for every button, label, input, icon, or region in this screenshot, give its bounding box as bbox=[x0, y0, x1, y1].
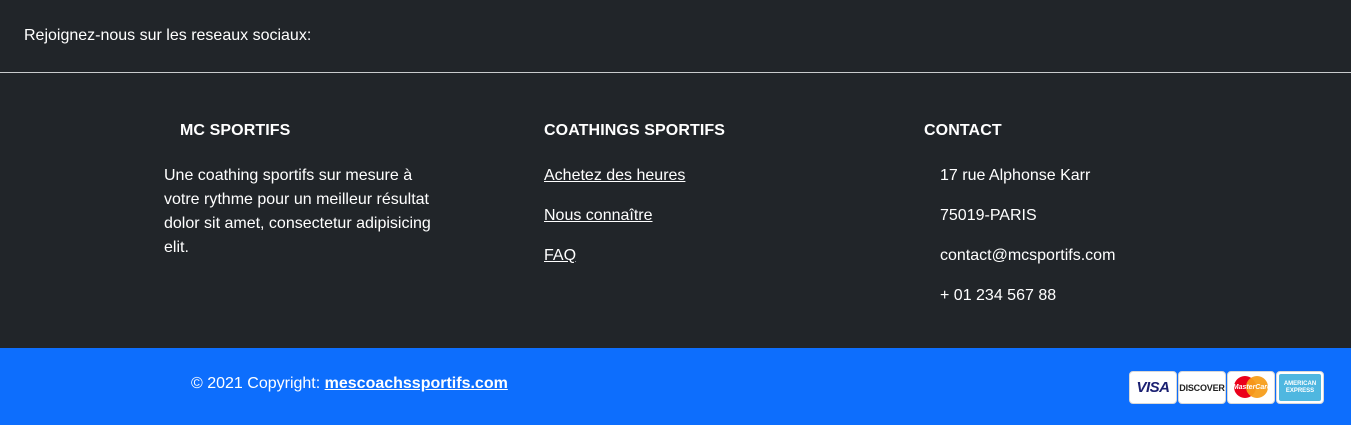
copyright-prefix: © 2021 Copyright: bbox=[191, 375, 325, 392]
copyright-bar: © 2021 Copyright: mescoachssportifs.com … bbox=[0, 348, 1351, 425]
contact-title: CONTACT bbox=[924, 122, 1002, 139]
mastercard-icon: MasterCard bbox=[1227, 371, 1275, 404]
brand-title: MC SPORTIFS bbox=[180, 122, 291, 139]
discover-icon: DISCOVER bbox=[1178, 371, 1226, 404]
link-buy-hours[interactable]: Achetez des heures bbox=[544, 166, 685, 206]
discover-label: DISCOVER bbox=[1179, 382, 1225, 393]
contact-email: contact@mcsportifs.com bbox=[940, 247, 1116, 264]
contact-address: 17 rue Alphonse Karr bbox=[940, 167, 1091, 184]
contact-city: 75019-PARIS bbox=[940, 207, 1037, 224]
amex-icon: AMERICAN EXPRESS bbox=[1276, 371, 1324, 404]
contact-info: 17 rue Alphonse Karr 75019-PARIS contact… bbox=[940, 166, 1115, 326]
copyright-link[interactable]: mescoachssportifs.com bbox=[325, 375, 508, 392]
social-label: Rejoignez-nous sur les reseaux sociaux: bbox=[24, 27, 312, 44]
amex-label: AMERICAN EXPRESS bbox=[1279, 374, 1321, 401]
payment-methods: VISA DISCOVER MasterCard AMERICAN EXPRES… bbox=[1129, 371, 1324, 404]
mastercard-label: MasterCard bbox=[1232, 384, 1272, 391]
social-bar: Rejoignez-nous sur les reseaux sociaux: bbox=[0, 0, 1351, 73]
coaching-title: COATHINGS SPORTIFS bbox=[544, 122, 726, 139]
link-about-us[interactable]: Nous connaître bbox=[544, 206, 685, 246]
copyright: © 2021 Copyright: mescoachssportifs.com bbox=[191, 375, 508, 393]
visa-label: VISA bbox=[1136, 379, 1170, 396]
footer-main: MC SPORTIFS Une coathing sportifs sur me… bbox=[0, 73, 1351, 348]
brand-description: Une coathing sportifs sur mesure à votre… bbox=[164, 167, 431, 256]
contact-phone: + 01 234 567 88 bbox=[940, 287, 1057, 304]
visa-icon: VISA bbox=[1129, 371, 1177, 404]
coaching-links: Achetez des heures Nous connaître FAQ bbox=[544, 166, 685, 286]
link-faq[interactable]: FAQ bbox=[544, 246, 685, 286]
